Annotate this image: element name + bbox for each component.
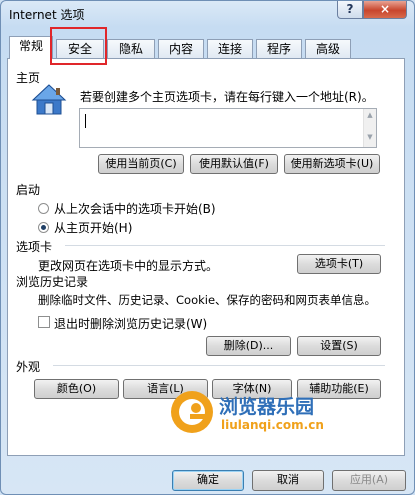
close-button[interactable]: × <box>363 1 407 19</box>
tab-privacy[interactable]: 隐私 <box>107 39 155 59</box>
delete-history-button[interactable]: 删除(D)... <box>206 336 291 356</box>
use-current-button[interactable]: 使用当前页(C) <box>98 154 184 174</box>
use-default-button[interactable]: 使用默认值(F) <box>190 154 278 174</box>
tab-content[interactable]: 内容 <box>158 39 204 59</box>
use-new-tab-button[interactable]: 使用新选项卡(U) <box>284 154 380 174</box>
home-instruction: 若要创建多个主页选项卡，请在每行键入一个地址(R)。 <box>80 90 374 104</box>
apply-button[interactable]: 应用(A) <box>332 470 406 491</box>
delete-on-exit-label[interactable]: 退出时删除浏览历史记录(W) <box>54 315 207 332</box>
scroll-up-icon[interactable]: ▲ <box>364 111 376 119</box>
home-page-textarea[interactable]: ▲ ▼ <box>79 108 377 148</box>
history-description: 删除临时文件、历史记录、Cookie、保存的密码和网页表单信息。 <box>38 293 377 307</box>
startup-home-page-radio[interactable] <box>38 222 49 233</box>
colors-button[interactable]: 颜色(O) <box>34 379 119 399</box>
delete-on-exit-checkbox[interactable] <box>38 316 50 328</box>
watermark-title: 浏览器乐园 <box>219 396 315 418</box>
home-textarea-scrollbar[interactable]: ▲ ▼ <box>363 109 376 147</box>
title-bar: Internet 选项 ? × <box>1 1 414 27</box>
internet-options-window: Internet 选项 ? × 常规 安全 隐私 内容 连接 程序 高级 主页 … <box>0 0 415 495</box>
tab-general[interactable]: 常规 <box>9 36 53 59</box>
watermark-url: liulanqi.com.cn <box>221 418 324 432</box>
tabs-description: 更改网页在选项卡中的显示方式。 <box>38 259 219 273</box>
window-title: Internet 选项 <box>9 8 85 22</box>
startup-home-page-label[interactable]: 从主页开始(H) <box>54 219 132 236</box>
site-watermark: 浏览器乐园 liulanqi.com.cn <box>169 389 349 445</box>
tabs-section-label: 选项卡 <box>16 240 53 254</box>
tab-connections[interactable]: 连接 <box>207 39 253 59</box>
tab-advanced[interactable]: 高级 <box>305 39 351 59</box>
history-settings-button[interactable]: 设置(S) <box>297 336 381 356</box>
startup-last-session-label[interactable]: 从上次会话中的选项卡开始(B) <box>54 200 216 217</box>
tabs-settings-button[interactable]: 选项卡(T) <box>297 254 381 274</box>
security-tab-highlight <box>50 27 107 65</box>
house-icon <box>31 84 67 115</box>
cancel-button[interactable]: 取消 <box>252 470 324 491</box>
tabs-separator <box>65 245 385 246</box>
text-caret <box>85 114 86 128</box>
startup-last-session-radio[interactable] <box>38 203 49 214</box>
startup-section-label: 启动 <box>16 183 41 197</box>
tab-programs[interactable]: 程序 <box>256 39 302 59</box>
ok-button[interactable]: 确定 <box>172 470 244 491</box>
watermark-logo-icon <box>171 391 213 433</box>
history-section-label: 浏览历史记录 <box>16 275 89 289</box>
appearance-section-label: 外观 <box>16 360 41 374</box>
scroll-down-icon[interactable]: ▼ <box>364 133 376 141</box>
help-button[interactable]: ? <box>337 1 363 19</box>
appearance-separator <box>53 365 385 366</box>
